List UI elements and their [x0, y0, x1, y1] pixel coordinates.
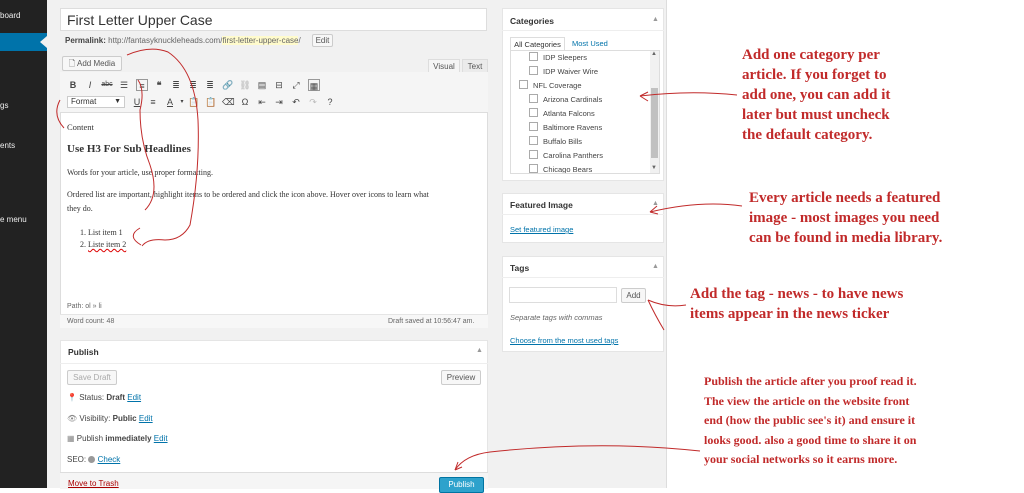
- annotation-categories: Add one category per article. If you for…: [742, 47, 891, 143]
- annotation-featured: Every article needs a featured image - m…: [749, 190, 943, 246]
- ann-arrow-categories: [639, 92, 738, 97]
- ann-arrow-categories-head: [639, 91, 649, 102]
- ann-arrow-featured: [649, 203, 743, 213]
- ann-curve-toolbar: [126, 48, 199, 247]
- annotation-publish: Publish the article after you proof read…: [704, 374, 917, 466]
- ann-arrow-tags: [647, 299, 687, 307]
- annotation-tags: Add the tag - news - to have news items …: [690, 286, 904, 322]
- ann-curve-list-item: [132, 227, 142, 246]
- ann-curve-format: [56, 99, 65, 129]
- ann-arrow-publish: [454, 445, 701, 471]
- ann-curve-list: [137, 79, 155, 211]
